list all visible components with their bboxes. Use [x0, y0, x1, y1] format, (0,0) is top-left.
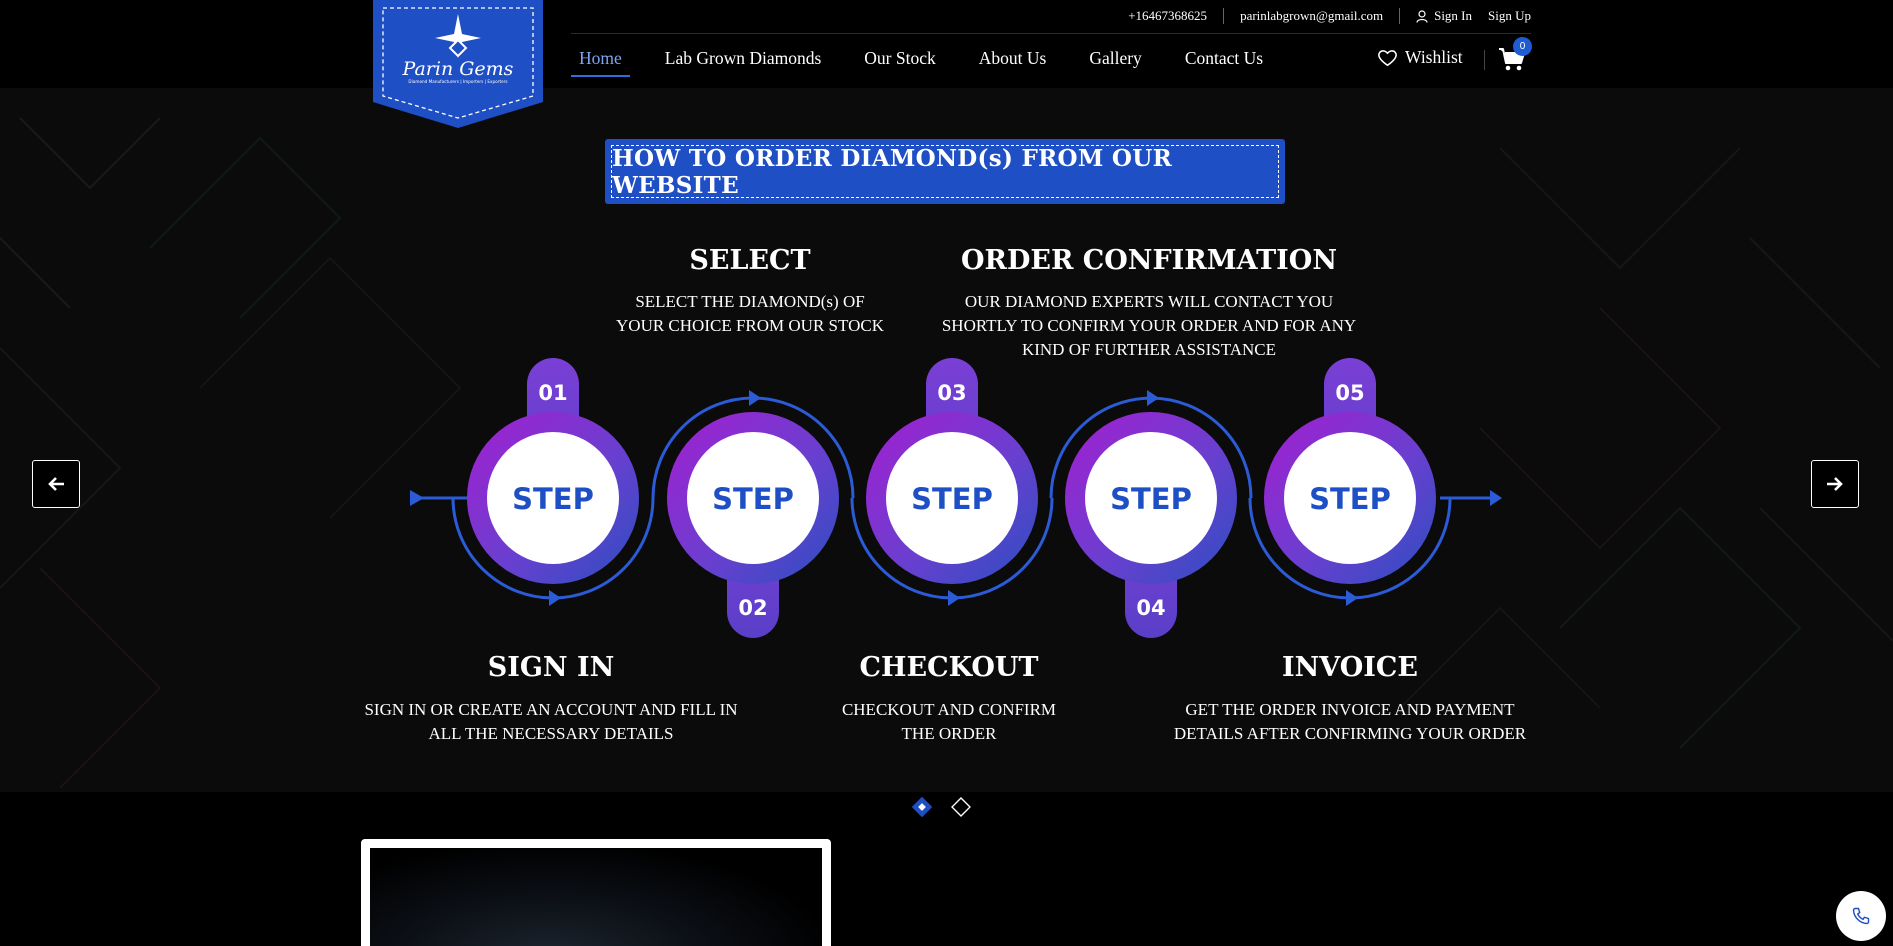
step-1-title: SIGN IN	[487, 652, 615, 683]
step-5-desc: GET THE ORDER INVOICE AND PAYMENT DETAIL…	[1150, 698, 1550, 746]
step-label: STEP	[712, 482, 794, 516]
step-3-desc: CHECKOUT AND CONFIRM THE ORDER	[799, 698, 1099, 746]
step-3-desc-line: CHECKOUT AND CONFIRM	[841, 700, 1057, 719]
brand-logo-text: Parin Gems	[402, 58, 514, 80]
step-1-desc: SIGN IN OR CREATE AN ACCOUNT AND FILL IN…	[351, 698, 751, 746]
wishlist-link[interactable]: Wishlist	[1377, 47, 1463, 68]
top-contact-bar: +16467368625 parinlabgrown@gmail.com Sig…	[1128, 6, 1531, 26]
slide-dot-2[interactable]	[951, 797, 971, 817]
step-5-badge: STEP 05	[1248, 358, 1452, 606]
site-header: +16467368625 parinlabgrown@gmail.com Sig…	[0, 0, 1893, 88]
divider	[1484, 50, 1485, 70]
arrow-head-icon	[948, 590, 960, 606]
phone-icon	[1852, 907, 1870, 925]
slide-indicators	[912, 796, 971, 818]
cart-count-badge: 0	[1513, 37, 1532, 56]
arrow-head-icon	[549, 590, 561, 606]
header-divider	[571, 33, 1531, 34]
step-2-badge: STEP 02	[651, 390, 855, 638]
arrow-head-icon	[749, 390, 761, 406]
video-frame[interactable]	[361, 839, 831, 946]
step-3-title: CHECKOUT	[859, 652, 1039, 683]
step-3-desc-line: THE ORDER	[901, 724, 997, 743]
sign-up-link[interactable]: Sign Up	[1488, 8, 1531, 24]
step-label: STEP	[911, 482, 993, 516]
arrow-right-icon	[1827, 477, 1843, 491]
slide-dot-1[interactable]	[912, 796, 932, 818]
order-steps-diagram: STEP 01 STEP 02 STEP 03 STEP 04 STEP 05	[410, 358, 1502, 638]
sign-in-link[interactable]: Sign In	[1416, 8, 1472, 24]
sign-in-label: Sign In	[1434, 8, 1473, 23]
brand-tagline: Diamond Manufacturers | Importers | Expo…	[408, 79, 507, 84]
step-number: 05	[1335, 381, 1364, 405]
video-thumbnail	[370, 848, 822, 946]
prev-slide-button[interactable]	[32, 460, 80, 508]
step-4-badge: STEP 04	[1049, 390, 1253, 638]
step-5-desc-line: DETAILS AFTER CONFIRMING YOUR ORDER	[1173, 724, 1527, 743]
email-link[interactable]: parinlabgrown@gmail.com	[1240, 8, 1383, 24]
main-nav: Home Lab Grown Diamonds Our Stock About …	[571, 48, 1298, 77]
step-label: STEP	[1309, 482, 1391, 516]
nav-contact-us[interactable]: Contact Us	[1177, 48, 1271, 75]
step-number: 01	[538, 381, 567, 405]
step-3-badge: STEP 03	[850, 358, 1054, 606]
step-5-desc-line: GET THE ORDER INVOICE AND PAYMENT	[1185, 700, 1515, 719]
divider	[1399, 8, 1401, 24]
arrow-left-icon	[48, 477, 64, 491]
arrow-head-icon	[1147, 390, 1159, 406]
step-5-title: INVOICE	[1281, 652, 1418, 683]
arrow-head-icon	[410, 490, 424, 506]
step-label: STEP	[512, 482, 594, 516]
arrow-head-icon	[1346, 590, 1358, 606]
brand-logo[interactable]: Parin Gems Diamond Manufacturers | Impor…	[373, 0, 543, 128]
step-1-badge: STEP 01	[451, 358, 655, 606]
phone-link[interactable]: +16467368625	[1128, 8, 1207, 24]
order-steps-slider: HOW TO ORDER DIAMOND(s) FROM OUR WEBSITE…	[0, 88, 1893, 792]
nav-lab-grown-diamonds[interactable]: Lab Grown Diamonds	[657, 48, 830, 75]
nav-about-us[interactable]: About Us	[971, 48, 1055, 75]
step-1-desc-line: SIGN IN OR CREATE AN ACCOUNT AND FILL IN	[364, 700, 738, 719]
step-number: 04	[1136, 596, 1165, 620]
user-icon	[1416, 9, 1428, 23]
wishlist-label: Wishlist	[1405, 47, 1463, 67]
heart-icon	[1378, 50, 1397, 67]
next-slide-button[interactable]	[1811, 460, 1859, 508]
arrow-head-icon	[1490, 490, 1502, 506]
nav-our-stock[interactable]: Our Stock	[856, 48, 943, 75]
divider	[1223, 8, 1225, 24]
step-label: STEP	[1110, 482, 1192, 516]
nav-home[interactable]: Home	[571, 48, 630, 77]
call-button[interactable]	[1836, 891, 1886, 941]
step-number: 03	[937, 381, 966, 405]
step-1-desc-line: ALL THE NECESSARY DETAILS	[428, 724, 674, 743]
step-number: 02	[738, 596, 767, 620]
nav-gallery[interactable]: Gallery	[1081, 48, 1149, 75]
